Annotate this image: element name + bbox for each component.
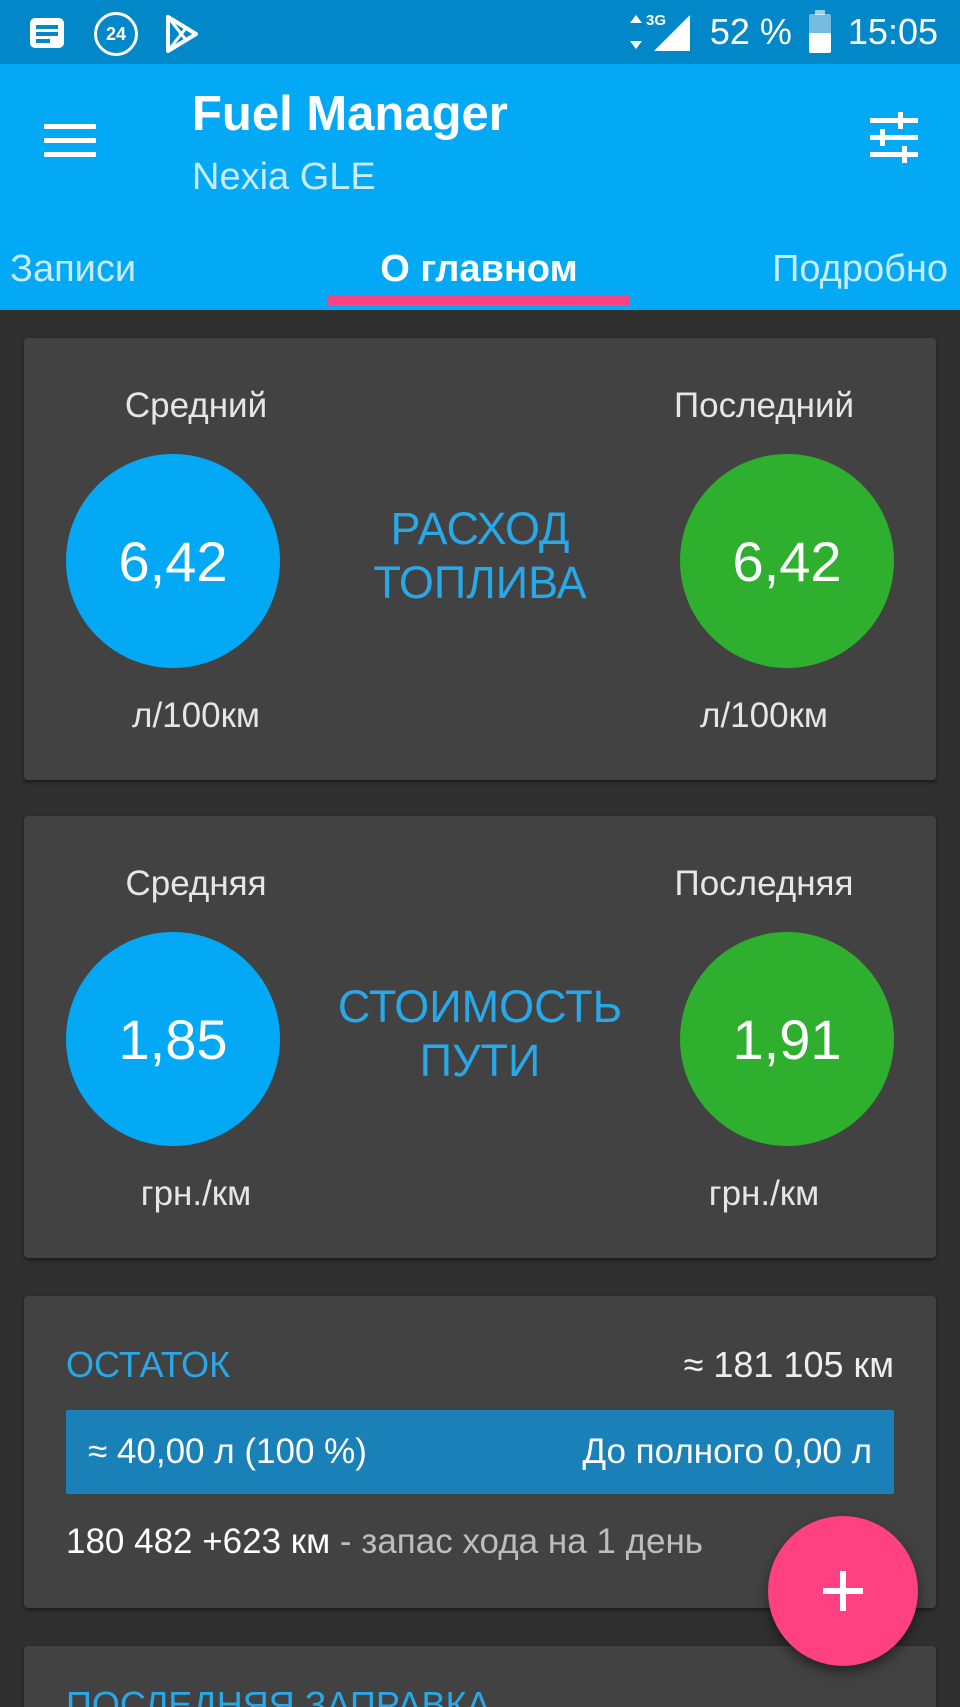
fuel-level-bar: ≈ 40,00 л (100 %) До полного 0,00 л bbox=[66, 1410, 894, 1494]
consumption-title: РАСХОД ТОПЛИВА bbox=[294, 502, 666, 610]
last-fill-card: ПОСЛЕДНЯЯ ЗАПРАВКА bbox=[24, 1646, 936, 1707]
average-cost-label: Средняя bbox=[125, 864, 267, 903]
last-fill-title: ПОСЛЕДНЯЯ ЗАПРАВКА bbox=[66, 1684, 491, 1707]
odometer-estimate: ≈ 181 105 км bbox=[683, 1344, 894, 1385]
play-store-icon bbox=[166, 15, 198, 53]
menu-icon-bar bbox=[44, 151, 96, 157]
status-bar: 24 3G 52 % 15:05 bbox=[0, 0, 960, 64]
cost-title-line1: СТОИМОСТЬ bbox=[337, 981, 623, 1032]
vehicle-name: Nexia GLE bbox=[192, 156, 376, 198]
network-type: 3G bbox=[646, 12, 666, 29]
clock: 15:05 bbox=[847, 11, 938, 52]
menu-icon bbox=[44, 123, 96, 129]
last-cost-value: 1,91 bbox=[680, 932, 894, 1146]
add-record-button[interactable] bbox=[768, 1516, 918, 1666]
tab-details[interactable]: Подробно bbox=[772, 234, 948, 304]
tab-indicator bbox=[328, 296, 630, 306]
add-icon bbox=[823, 1571, 863, 1611]
badge-24-icon: 24 bbox=[94, 12, 138, 56]
tab-records[interactable]: Записи bbox=[10, 234, 136, 304]
average-consumption-value: 6,42 bbox=[66, 454, 280, 668]
status-bar-system: 3G 52 % 15:05 bbox=[628, 0, 938, 64]
battery-icon bbox=[808, 10, 831, 53]
cost-title-line2: ПУТИ bbox=[419, 1035, 541, 1086]
last-cost-label: Последняя bbox=[674, 864, 854, 903]
app-title: Fuel Manager bbox=[192, 87, 508, 141]
consumption-title-line1: РАСХОД bbox=[390, 503, 570, 554]
status-bar-notifications: 24 bbox=[28, 12, 200, 56]
average-consumption-label: Средний bbox=[124, 386, 268, 425]
menu-button[interactable] bbox=[44, 110, 104, 170]
tab-overview[interactable]: О главном bbox=[328, 234, 630, 304]
range-value: 180 482 +623 км bbox=[66, 1522, 331, 1561]
range-info: 180 482 +623 км - запас хода на 1 день bbox=[66, 1522, 703, 1562]
consumption-title-line2: ТОПЛИВА bbox=[373, 557, 587, 608]
last-consumption-value: 6,42 bbox=[680, 454, 894, 668]
consumption-card: Средний Последний 6,42 РАСХОД ТОПЛИВА 6,… bbox=[24, 338, 936, 780]
signal-3g-icon: 3G bbox=[629, 12, 690, 51]
menu-icon-bar bbox=[44, 137, 96, 143]
average-cost-unit: грн./км bbox=[140, 1174, 252, 1213]
app-bar: Fuel Manager Nexia GLE Записи О главном … bbox=[0, 64, 960, 310]
tune-icon[interactable] bbox=[864, 108, 924, 168]
last-consumption-unit: л/100км bbox=[700, 696, 828, 735]
cost-card: Средняя Последняя 1,85 СТОИМОСТЬ ПУТИ 1,… bbox=[24, 816, 936, 1258]
last-consumption-label: Последний bbox=[673, 386, 855, 425]
remainder-title: ОСТАТОК bbox=[66, 1344, 231, 1385]
range-note: - запас хода на 1 день bbox=[330, 1522, 704, 1561]
cost-title: СТОИМОСТЬ ПУТИ bbox=[294, 980, 666, 1088]
fuel-level-text: ≈ 40,00 л (100 %) bbox=[88, 1432, 367, 1471]
last-cost-unit: грн./км bbox=[708, 1174, 820, 1213]
to-full-text: До полного 0,00 л bbox=[582, 1432, 872, 1471]
news-icon bbox=[30, 18, 64, 48]
average-cost-value: 1,85 bbox=[66, 932, 280, 1146]
battery-percent: 52 % bbox=[709, 11, 792, 52]
average-consumption-unit: л/100км bbox=[132, 696, 260, 735]
